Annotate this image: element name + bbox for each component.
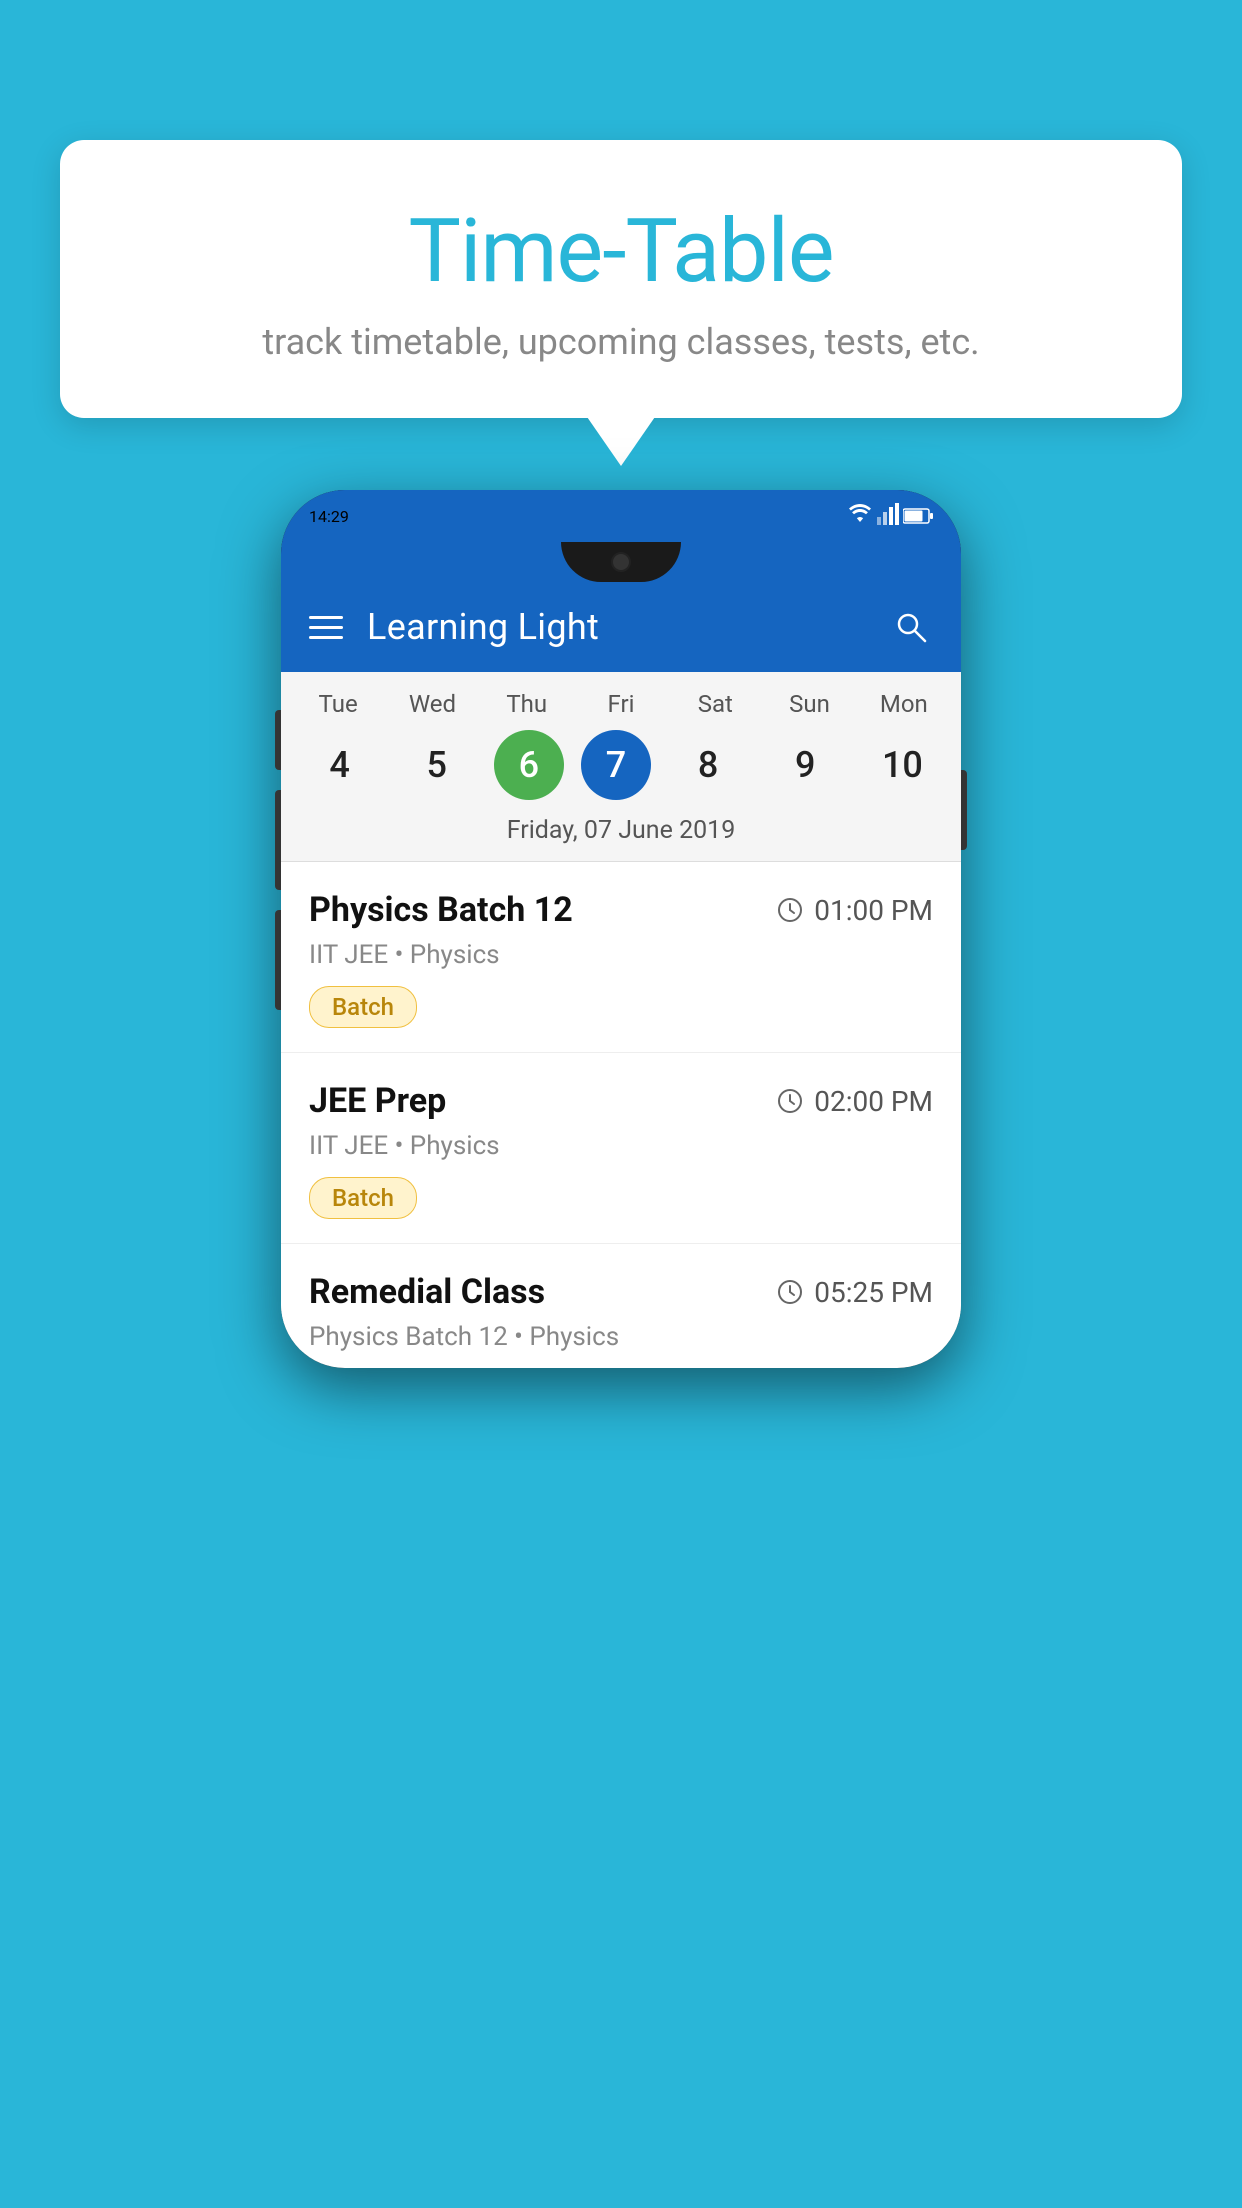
day-numbers: 4 5 6 7 8 9 10 bbox=[291, 726, 951, 816]
schedule-item-3[interactable]: Remedial Class 05:25 PM Physics Batch bbox=[281, 1244, 961, 1352]
item-1-header: Physics Batch 12 01:00 PM bbox=[309, 890, 933, 930]
item-1-time: 01:00 PM bbox=[776, 894, 933, 927]
item-3-time: 05:25 PM bbox=[776, 1276, 933, 1309]
item-2-tag: Batch bbox=[309, 1177, 417, 1219]
notch bbox=[561, 542, 681, 582]
signal-icon bbox=[877, 503, 899, 525]
item-2-time: 02:00 PM bbox=[776, 1085, 933, 1118]
item-1-tag: Batch bbox=[309, 986, 417, 1028]
day-header-mon: Mon bbox=[864, 690, 944, 718]
clock-icon-3 bbox=[776, 1278, 804, 1306]
clock-icon-2 bbox=[776, 1087, 804, 1115]
item-3-header: Remedial Class 05:25 PM bbox=[309, 1272, 933, 1312]
hamburger-menu[interactable] bbox=[309, 616, 343, 639]
schedule-item-2[interactable]: JEE Prep 02:00 PM IIT JEE • Physics bbox=[281, 1053, 961, 1244]
front-camera bbox=[611, 552, 631, 572]
item-2-header: JEE Prep 02:00 PM bbox=[309, 1081, 933, 1121]
hamburger-line-1 bbox=[309, 616, 343, 619]
speech-bubble: Time-Table track timetable, upcoming cla… bbox=[60, 140, 1182, 418]
day-10[interactable]: 10 bbox=[862, 730, 942, 800]
schedule-item-1[interactable]: Physics Batch 12 01:00 PM IIT JEE • Ph bbox=[281, 862, 961, 1053]
item-2-meta: IIT JEE • Physics bbox=[309, 1131, 933, 1161]
search-icon bbox=[893, 609, 929, 645]
day-7-selected[interactable]: 7 bbox=[581, 730, 651, 800]
search-button[interactable] bbox=[889, 605, 933, 649]
power-button bbox=[961, 770, 967, 850]
hamburger-line-2 bbox=[309, 626, 343, 629]
notch-area bbox=[281, 542, 961, 582]
status-bar: 14:29 bbox=[281, 490, 961, 542]
day-headers: Tue Wed Thu Fri Sat Sun Mon bbox=[291, 672, 951, 726]
app-title: Learning Light bbox=[367, 606, 865, 648]
item-3-meta: Physics Batch 12 • Physics bbox=[309, 1322, 933, 1352]
day-9[interactable]: 9 bbox=[765, 730, 845, 800]
schedule-list: Physics Batch 12 01:00 PM IIT JEE • Ph bbox=[281, 862, 961, 1368]
status-time: 14:29 bbox=[309, 507, 349, 526]
item-3-name: Remedial Class bbox=[309, 1272, 545, 1312]
day-header-thu: Thu bbox=[487, 690, 567, 718]
selected-date-label: Friday, 07 June 2019 bbox=[291, 816, 951, 861]
page-title: Time-Table bbox=[100, 200, 1142, 303]
day-header-wed: Wed bbox=[392, 690, 472, 718]
item-2-name: JEE Prep bbox=[309, 1081, 446, 1121]
item-1-meta: IIT JEE • Physics bbox=[309, 940, 933, 970]
day-6-today[interactable]: 6 bbox=[494, 730, 564, 800]
hamburger-line-3 bbox=[309, 636, 343, 639]
phone-mockup: 14:29 bbox=[281, 490, 961, 1368]
status-icons bbox=[847, 503, 933, 529]
item-1-name: Physics Batch 12 bbox=[309, 890, 573, 930]
day-header-fri: Fri bbox=[581, 690, 661, 718]
item-1-time-text: 01:00 PM bbox=[814, 894, 933, 927]
day-4[interactable]: 4 bbox=[300, 730, 380, 800]
calendar-strip: Tue Wed Thu Fri Sat Sun Mon 4 5 6 7 8 bbox=[281, 672, 961, 861]
day-header-sun: Sun bbox=[770, 690, 850, 718]
top-section: 14:29 bbox=[281, 490, 961, 582]
day-8[interactable]: 8 bbox=[668, 730, 748, 800]
app-bar: Learning Light bbox=[281, 582, 961, 672]
item-3-time-text: 05:25 PM bbox=[814, 1276, 933, 1309]
clock-icon-1 bbox=[776, 896, 804, 924]
item-2-time-text: 02:00 PM bbox=[814, 1085, 933, 1118]
phone-frame: 14:29 bbox=[281, 490, 961, 1368]
battery-icon bbox=[903, 507, 933, 525]
wifi-icon bbox=[847, 503, 873, 525]
day-header-tue: Tue bbox=[298, 690, 378, 718]
day-header-sat: Sat bbox=[675, 690, 755, 718]
page-subtitle: track timetable, upcoming classes, tests… bbox=[100, 321, 1142, 363]
speech-bubble-wrapper: Time-Table track timetable, upcoming cla… bbox=[60, 140, 1182, 418]
day-5[interactable]: 5 bbox=[397, 730, 477, 800]
